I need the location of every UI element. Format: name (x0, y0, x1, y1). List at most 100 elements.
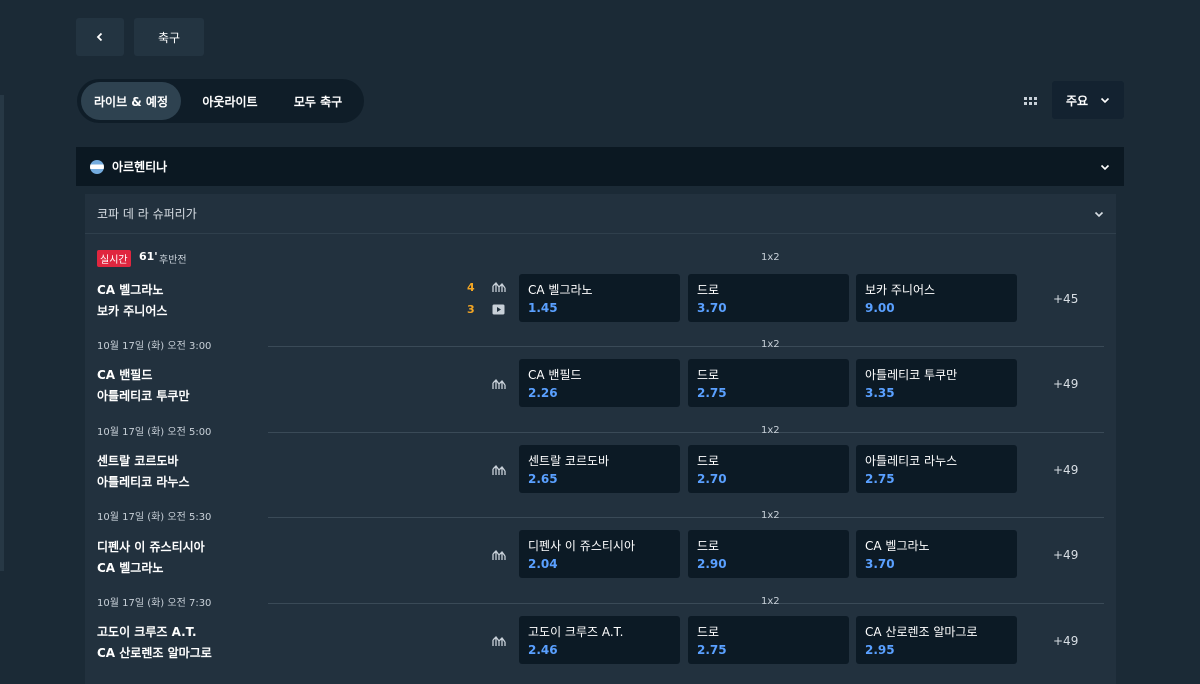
odds-away-button[interactable]: CA 산로렌조 알마그로 2.95 (856, 616, 1017, 664)
odds-label: 디펜사 이 쥬스티시아 (528, 539, 635, 553)
match-row: 10월 17일 (화) 오전 3:00 1x2 CA 밴필드 아틀레티코 투쿠만… (85, 337, 1116, 423)
odds-label: CA 산로렌조 알마그로 (865, 625, 978, 639)
market-label: 1x2 (761, 425, 780, 436)
match-row: 10월 17일 (화) 오전 5:30 1x2 디펜사 이 쥬스티시아 CA 벨… (85, 508, 1116, 594)
divider (268, 346, 1104, 347)
odds-value: 2.75 (697, 643, 727, 657)
market-label: 1x2 (761, 596, 780, 607)
more-markets-button[interactable]: +49 (1053, 634, 1078, 648)
league-header[interactable]: 코파 데 라 슈퍼리가 (85, 194, 1116, 234)
odds-label: 아틀레티코 라누스 (865, 454, 958, 468)
stats-icon[interactable] (492, 635, 506, 647)
more-markets-button[interactable]: +49 (1053, 463, 1078, 477)
odds-draw-button[interactable]: 드로 2.75 (688, 616, 849, 664)
league-panel: 코파 데 라 슈퍼리가 실시간 61' 후반전 1x2 CA 벨그라노 보카 주… (85, 194, 1116, 684)
odds-label: 드로 (697, 539, 720, 553)
left-edge-strip (0, 95, 4, 571)
odds-label: CA 벨그라노 (865, 539, 930, 553)
live-period: 후반전 (159, 255, 187, 266)
odds-draw-button[interactable]: 드로 2.70 (688, 445, 849, 493)
odds-away-button[interactable]: 아틀레티코 라누스 2.75 (856, 445, 1017, 493)
odds-draw-button[interactable]: 드로 3.70 (688, 274, 849, 322)
stats-icon[interactable] (492, 464, 506, 476)
stats-icon[interactable] (492, 281, 506, 293)
odds-label: CA 벨그라노 (528, 283, 593, 297)
home-score: 4 (467, 281, 475, 294)
sort-dropdown[interactable]: 주요 (1052, 81, 1124, 119)
chevron-down-icon (1100, 97, 1110, 104)
country-header-argentina[interactable]: 아르헨티나 (76, 147, 1124, 186)
odds-value: 2.65 (528, 472, 558, 486)
home-team[interactable]: CA 벨그라노 (97, 281, 163, 298)
more-markets-button[interactable]: +49 (1053, 377, 1078, 391)
top-bar: 축구 (76, 18, 204, 56)
odds-value: 2.70 (697, 472, 727, 486)
tab-live-upcoming[interactable]: 라이브 & 예정 (81, 82, 181, 120)
odds-value: 2.75 (865, 472, 895, 486)
tab-outrights[interactable]: 아웃라이트 (181, 82, 279, 120)
odds-value: 2.95 (865, 643, 895, 657)
home-team[interactable]: 센트랄 코르도바 (97, 452, 178, 469)
grid-view-icon[interactable] (1024, 96, 1038, 106)
market-label: 1x2 (761, 510, 780, 521)
country-name: 아르헨티나 (112, 160, 168, 174)
match-row: 실시간 61' 후반전 1x2 CA 벨그라노 보카 주니어스 4 3 CA 벨… (85, 250, 1116, 336)
odds-label: 아틀레티코 투쿠만 (865, 368, 958, 382)
tab-all-football[interactable]: 모두 축구 (279, 82, 357, 120)
odds-label: CA 밴필드 (528, 368, 582, 382)
stats-icon[interactable] (492, 549, 506, 561)
chevron-left-icon (96, 32, 103, 42)
odds-value: 1.45 (528, 301, 558, 315)
away-team[interactable]: CA 산로렌조 알마그로 (97, 644, 212, 661)
live-badge: 실시간 (97, 250, 131, 267)
market-label: 1x2 (761, 339, 780, 350)
tab-bar: 라이브 & 예정 아웃라이트 모두 축구 (77, 79, 364, 123)
odds-home-button[interactable]: CA 밴필드 2.26 (519, 359, 680, 407)
chevron-down-icon (1100, 164, 1110, 170)
odds-away-button[interactable]: 보카 주니어스 9.00 (856, 274, 1017, 322)
odds-draw-button[interactable]: 드로 2.75 (688, 359, 849, 407)
away-score: 3 (467, 303, 475, 316)
odds-value: 2.04 (528, 557, 558, 571)
odds-value: 2.46 (528, 643, 558, 657)
more-markets-button[interactable]: +45 (1053, 292, 1078, 306)
odds-home-button[interactable]: 센트랄 코르도바 2.65 (519, 445, 680, 493)
stats-icon[interactable] (492, 378, 506, 390)
home-team[interactable]: 디펜사 이 쥬스티시아 (97, 538, 205, 555)
back-button[interactable] (76, 18, 124, 56)
odds-away-button[interactable]: CA 벨그라노 3.70 (856, 530, 1017, 578)
match-date: 10월 17일 (화) 오전 7:30 (97, 598, 212, 609)
odds-value: 2.75 (697, 386, 727, 400)
home-team[interactable]: 고도이 크루즈 A.T. (97, 623, 197, 640)
odds-home-button[interactable]: 디펜사 이 쥬스티시아 2.04 (519, 530, 680, 578)
away-team[interactable]: 아틀레티코 라누스 (97, 473, 190, 490)
more-markets-button[interactable]: +49 (1053, 548, 1078, 562)
odds-label: 드로 (697, 454, 720, 468)
chevron-down-icon (1094, 211, 1104, 217)
odds-value: 3.35 (865, 386, 895, 400)
match-row: 10월 17일 (화) 오전 7:30 1x2 고도이 크루즈 A.T. CA … (85, 594, 1116, 680)
away-team[interactable]: 아틀레티코 투쿠만 (97, 387, 190, 404)
odds-value: 9.00 (865, 301, 895, 315)
sort-value: 주요 (1066, 93, 1089, 108)
live-minute: 61' (139, 250, 158, 263)
away-team[interactable]: CA 벨그라노 (97, 559, 163, 576)
odds-home-button[interactable]: CA 벨그라노 1.45 (519, 274, 680, 322)
divider (268, 603, 1104, 604)
away-team[interactable]: 보카 주니어스 (97, 302, 167, 319)
odds-home-button[interactable]: 고도이 크루즈 A.T. 2.46 (519, 616, 680, 664)
odds-draw-button[interactable]: 드로 2.90 (688, 530, 849, 578)
odds-label: 센트랄 코르도바 (528, 454, 610, 468)
odds-label: 보카 주니어스 (865, 283, 936, 297)
match-date: 10월 17일 (화) 오전 3:00 (97, 341, 212, 352)
live-stream-icon[interactable] (492, 304, 505, 315)
match-date: 10월 17일 (화) 오전 5:00 (97, 427, 212, 438)
home-team[interactable]: CA 밴필드 (97, 366, 152, 383)
odds-value: 3.70 (865, 557, 895, 571)
odds-label: 고도이 크루즈 A.T. (528, 625, 624, 639)
odds-label: 드로 (697, 283, 720, 297)
odds-away-button[interactable]: 아틀레티코 투쿠만 3.35 (856, 359, 1017, 407)
match-date: 10월 17일 (화) 오전 5:30 (97, 512, 212, 523)
match-row: 10월 17일 (화) 오전 5:00 1x2 센트랄 코르도바 아틀레티코 라… (85, 423, 1116, 509)
argentina-flag-icon (90, 159, 104, 174)
